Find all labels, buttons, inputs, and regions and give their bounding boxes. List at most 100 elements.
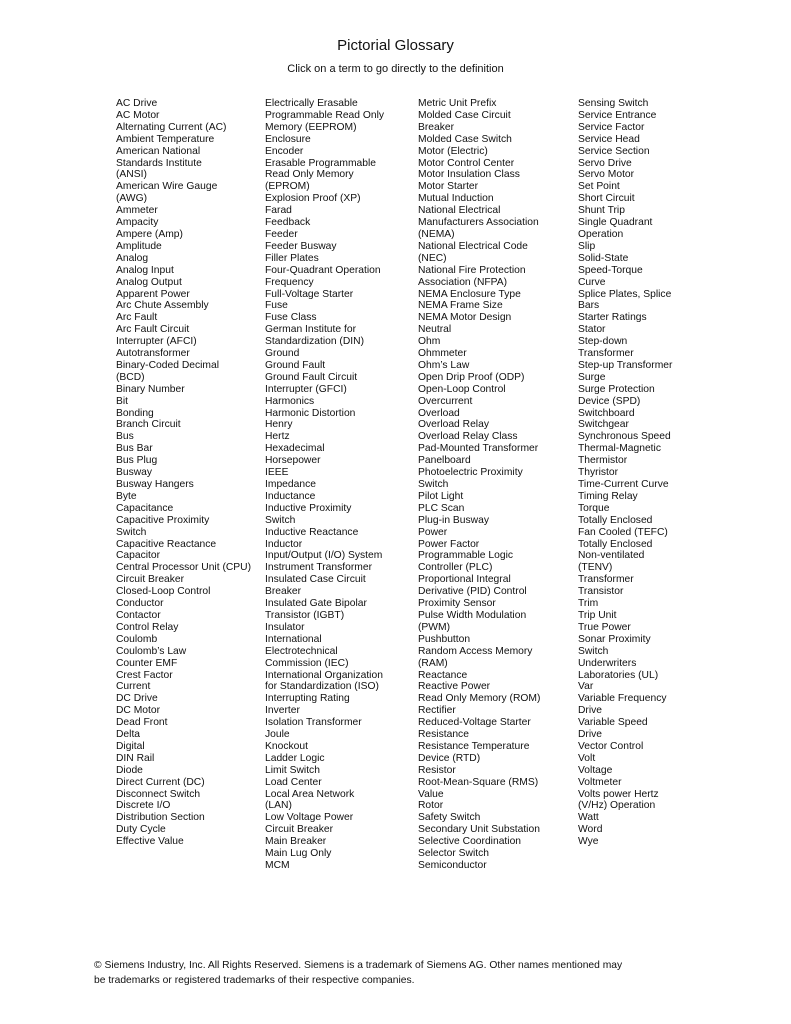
glossary-term-link[interactable]: AC Motor (116, 110, 251, 122)
glossary-term-link[interactable]: Mutual Induction (418, 193, 540, 205)
glossary-term-link[interactable]: Bonding (116, 408, 251, 420)
glossary-term-link[interactable]: Capacitive Proximity (116, 515, 251, 527)
glossary-term-link[interactable]: Service Factor (578, 122, 672, 134)
glossary-term-link[interactable]: Service Head (578, 134, 672, 146)
glossary-term-link[interactable]: Curve (578, 277, 672, 289)
glossary-term-link[interactable]: Derivative (PID) Control (418, 586, 540, 598)
glossary-term-link[interactable]: Local Area Network (265, 789, 384, 801)
glossary-term-link[interactable]: Servo Drive (578, 158, 672, 170)
glossary-term-link[interactable]: Motor Starter (418, 181, 540, 193)
glossary-term-link[interactable]: Switch (116, 527, 251, 539)
glossary-term-link[interactable]: Instrument Transformer (265, 562, 384, 574)
glossary-term-link[interactable]: Single Quadrant (578, 217, 672, 229)
glossary-term-link[interactable]: Analog Input (116, 265, 251, 277)
glossary-term-link[interactable]: Interrupter (AFCI) (116, 336, 251, 348)
glossary-term-link[interactable]: Synchronous Speed (578, 431, 672, 443)
glossary-term-link[interactable]: Capacitance (116, 503, 251, 515)
glossary-term-link[interactable]: Switch (265, 515, 384, 527)
glossary-term-link[interactable]: Set Point (578, 181, 672, 193)
glossary-term-link[interactable]: National Electrical (418, 205, 540, 217)
glossary-term-link[interactable]: Resistance (418, 729, 540, 741)
glossary-term-link[interactable]: Diode (116, 765, 251, 777)
glossary-term-link[interactable]: Horsepower (265, 455, 384, 467)
glossary-term-link[interactable]: (RAM) (418, 658, 540, 670)
glossary-term-link[interactable]: Reduced-Voltage Starter (418, 717, 540, 729)
glossary-term-link[interactable]: Proportional Integral (418, 574, 540, 586)
glossary-term-link[interactable]: Feeder Busway (265, 241, 384, 253)
glossary-term-link[interactable]: Ladder Logic (265, 753, 384, 765)
glossary-term-link[interactable]: Joule (265, 729, 384, 741)
glossary-term-link[interactable]: Speed-Torque (578, 265, 672, 277)
glossary-term-link[interactable]: Transistor (578, 586, 672, 598)
glossary-term-link[interactable]: Inverter (265, 705, 384, 717)
glossary-term-link[interactable]: Commission (IEC) (265, 658, 384, 670)
glossary-term-link[interactable]: (ANSI) (116, 169, 251, 181)
glossary-term-link[interactable]: International Organization (265, 670, 384, 682)
glossary-term-link[interactable]: Word (578, 824, 672, 836)
glossary-term-link[interactable]: Switchgear (578, 419, 672, 431)
glossary-term-link[interactable]: Ampere (Amp) (116, 229, 251, 241)
glossary-term-link[interactable]: Step-up Transformer (578, 360, 672, 372)
glossary-term-link[interactable]: Variable Speed (578, 717, 672, 729)
glossary-term-link[interactable]: Thermistor (578, 455, 672, 467)
glossary-term-link[interactable]: Ground (265, 348, 384, 360)
glossary-term-link[interactable]: Inductor (265, 539, 384, 551)
glossary-term-link[interactable]: Motor Insulation Class (418, 169, 540, 181)
glossary-term-link[interactable]: Isolation Transformer (265, 717, 384, 729)
glossary-term-link[interactable]: Pad-Mounted Transformer (418, 443, 540, 455)
glossary-term-link[interactable]: Watt (578, 812, 672, 824)
glossary-term-link[interactable]: Totally Enclosed (578, 515, 672, 527)
glossary-term-link[interactable]: Thyristor (578, 467, 672, 479)
glossary-term-link[interactable]: MCM (265, 860, 384, 872)
glossary-term-link[interactable]: NEMA Motor Design (418, 312, 540, 324)
glossary-term-link[interactable]: Laboratories (UL) (578, 670, 672, 682)
glossary-term-link[interactable]: Load Center (265, 777, 384, 789)
glossary-term-link[interactable]: Central Processor Unit (CPU) (116, 562, 251, 574)
glossary-term-link[interactable]: Stator (578, 324, 672, 336)
glossary-term-link[interactable]: Busway Hangers (116, 479, 251, 491)
glossary-term-link[interactable]: Switch (578, 646, 672, 658)
glossary-term-link[interactable]: Overload Relay Class (418, 431, 540, 443)
glossary-term-link[interactable]: Association (NFPA) (418, 277, 540, 289)
glossary-term-link[interactable]: Direct Current (DC) (116, 777, 251, 789)
glossary-term-link[interactable]: Impedance (265, 479, 384, 491)
glossary-term-link[interactable]: Bus Bar (116, 443, 251, 455)
glossary-term-link[interactable]: Trim (578, 598, 672, 610)
glossary-term-link[interactable]: Input/Output (I/O) System (265, 550, 384, 562)
glossary-term-link[interactable]: Underwriters (578, 658, 672, 670)
glossary-term-link[interactable]: Switch (418, 479, 540, 491)
glossary-term-link[interactable]: Vector Control (578, 741, 672, 753)
glossary-term-link[interactable]: NEMA Frame Size (418, 300, 540, 312)
glossary-term-link[interactable]: National Electrical Code (418, 241, 540, 253)
glossary-term-link[interactable]: Solid-State (578, 253, 672, 265)
glossary-term-link[interactable]: Circuit Breaker (116, 574, 251, 586)
glossary-term-link[interactable]: Controller (PLC) (418, 562, 540, 574)
glossary-term-link[interactable]: Harmonics (265, 396, 384, 408)
glossary-term-link[interactable]: Metric Unit Prefix (418, 98, 540, 110)
glossary-term-link[interactable]: Breaker (265, 586, 384, 598)
glossary-term-link[interactable]: Reactance (418, 670, 540, 682)
glossary-term-link[interactable]: DC Drive (116, 693, 251, 705)
glossary-term-link[interactable]: Discrete I/O (116, 800, 251, 812)
glossary-term-link[interactable]: Motor Control Center (418, 158, 540, 170)
glossary-term-link[interactable]: True Power (578, 622, 672, 634)
glossary-term-link[interactable]: Insulated Gate Bipolar (265, 598, 384, 610)
glossary-term-link[interactable]: Non-ventilated (578, 550, 672, 562)
glossary-term-link[interactable]: (EPROM) (265, 181, 384, 193)
glossary-term-link[interactable]: (V/Hz) Operation (578, 800, 672, 812)
glossary-term-link[interactable]: Ohm’s Law (418, 360, 540, 372)
glossary-term-link[interactable]: (NEC) (418, 253, 540, 265)
glossary-term-link[interactable]: (PWM) (418, 622, 540, 634)
glossary-term-link[interactable]: Panelboard (418, 455, 540, 467)
glossary-term-link[interactable]: Inductive Reactance (265, 527, 384, 539)
glossary-term-link[interactable]: NEMA Enclosure Type (418, 289, 540, 301)
glossary-term-link[interactable]: Bars (578, 300, 672, 312)
glossary-term-link[interactable]: Conductor (116, 598, 251, 610)
glossary-term-link[interactable]: Starter Ratings (578, 312, 672, 324)
glossary-term-link[interactable]: Service Section (578, 146, 672, 158)
glossary-term-link[interactable]: Standards Institute (116, 158, 251, 170)
glossary-term-link[interactable]: Arc Chute Assembly (116, 300, 251, 312)
glossary-term-link[interactable]: Hexadecimal (265, 443, 384, 455)
glossary-term-link[interactable]: Ambient Temperature (116, 134, 251, 146)
glossary-term-link[interactable]: German Institute for (265, 324, 384, 336)
